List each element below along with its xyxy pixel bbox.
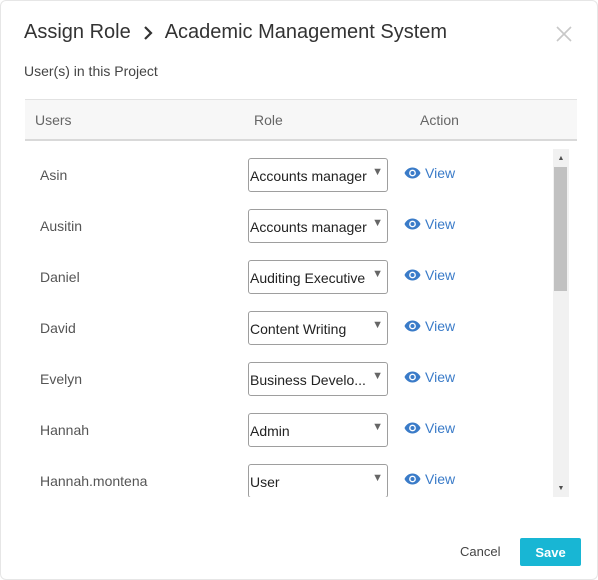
role-select[interactable]: Business Develo... ▼ bbox=[248, 362, 388, 396]
table-row: Ausitin Accounts manager ▼ View bbox=[25, 200, 553, 251]
user-name: Hannah.montena bbox=[40, 473, 148, 489]
eye-icon bbox=[404, 218, 421, 230]
caret-down-icon: ▼ bbox=[372, 370, 383, 382]
dialog-subtitle: User(s) in this Project bbox=[24, 63, 158, 79]
view-label: View bbox=[425, 369, 456, 385]
scroll-down-icon[interactable]: ▼ bbox=[553, 481, 569, 495]
caret-down-icon: ▼ bbox=[372, 472, 383, 484]
view-label: View bbox=[425, 165, 456, 181]
caret-down-icon: ▼ bbox=[372, 319, 383, 331]
role-select[interactable]: Accounts manager ▼ bbox=[248, 158, 388, 192]
view-label: View bbox=[425, 216, 456, 232]
view-label: View bbox=[425, 471, 456, 487]
eye-icon bbox=[404, 320, 421, 332]
user-name: Evelyn bbox=[40, 371, 83, 387]
eye-icon bbox=[404, 473, 421, 485]
dialog-title: Assign Role bbox=[24, 21, 131, 43]
header-action: Action bbox=[420, 112, 459, 128]
user-name: Hannah bbox=[40, 422, 90, 438]
role-select[interactable]: Admin ▼ bbox=[248, 413, 388, 447]
caret-down-icon: ▼ bbox=[372, 268, 383, 280]
view-link[interactable]: View bbox=[404, 165, 455, 181]
user-name: Daniel bbox=[40, 269, 80, 285]
user-name: Asin bbox=[40, 167, 68, 183]
project-name: Academic Management System bbox=[164, 21, 448, 43]
role-select[interactable]: Content Writing ▼ bbox=[248, 311, 388, 345]
caret-down-icon: ▼ bbox=[372, 421, 383, 433]
role-select-value: Content Writing bbox=[250, 321, 347, 337]
caret-down-icon: ▼ bbox=[372, 217, 383, 229]
role-select[interactable]: Accounts manager ▼ bbox=[248, 209, 388, 243]
chevron-right-icon bbox=[143, 25, 153, 40]
role-select-value: User bbox=[250, 474, 280, 490]
close-icon[interactable] bbox=[555, 25, 573, 43]
role-select-value: Accounts manager bbox=[250, 219, 367, 235]
eye-icon bbox=[404, 167, 421, 179]
role-select-value: Business Develo... bbox=[250, 372, 366, 388]
view-label: View bbox=[425, 267, 456, 283]
view-link[interactable]: View bbox=[404, 420, 455, 436]
role-select-value: Auditing Executive bbox=[250, 270, 366, 286]
view-link[interactable]: View bbox=[404, 369, 455, 385]
table-row: David Content Writing ▼ View bbox=[25, 302, 553, 353]
dialog-header: Assign Role Academic Management System bbox=[24, 21, 447, 44]
table-row: Evelyn Business Develo... ▼ View bbox=[25, 353, 553, 404]
caret-down-icon: ▼ bbox=[372, 166, 383, 178]
scrollbar[interactable]: ▲ ▼ bbox=[553, 149, 569, 497]
save-button[interactable]: Save bbox=[520, 538, 581, 566]
header-role: Role bbox=[254, 112, 283, 128]
table-row: Hannah Admin ▼ View bbox=[25, 404, 553, 455]
view-label: View bbox=[425, 318, 456, 334]
assign-role-dialog: Assign Role Academic Management System U… bbox=[0, 0, 598, 580]
table-row: Asin Accounts manager ▼ View bbox=[25, 149, 553, 200]
table-row: Daniel Auditing Executive ▼ View bbox=[25, 251, 553, 302]
view-link[interactable]: View bbox=[404, 267, 455, 283]
role-select[interactable]: Auditing Executive ▼ bbox=[248, 260, 388, 294]
view-link[interactable]: View bbox=[404, 318, 455, 334]
eye-icon bbox=[404, 269, 421, 281]
role-select[interactable]: User ▼ bbox=[248, 464, 388, 497]
user-name: Ausitin bbox=[40, 218, 83, 234]
role-select-value: Accounts manager bbox=[250, 168, 367, 184]
table-row: Hannah.montena User ▼ View bbox=[25, 455, 553, 497]
scroll-up-icon[interactable]: ▲ bbox=[553, 151, 569, 165]
user-name: David bbox=[40, 320, 76, 336]
role-select-value: Admin bbox=[250, 423, 290, 439]
view-link[interactable]: View bbox=[404, 471, 455, 487]
eye-icon bbox=[404, 422, 421, 434]
cancel-button[interactable]: Cancel bbox=[460, 544, 500, 559]
view-label: View bbox=[425, 420, 456, 436]
users-list: Asin Accounts manager ▼ View Ausitin Acc… bbox=[25, 149, 553, 497]
scrollbar-thumb[interactable] bbox=[554, 167, 567, 291]
eye-icon bbox=[404, 371, 421, 383]
view-link[interactable]: View bbox=[404, 216, 455, 232]
table-header: Users Role Action bbox=[25, 99, 577, 141]
header-users: Users bbox=[35, 112, 72, 128]
